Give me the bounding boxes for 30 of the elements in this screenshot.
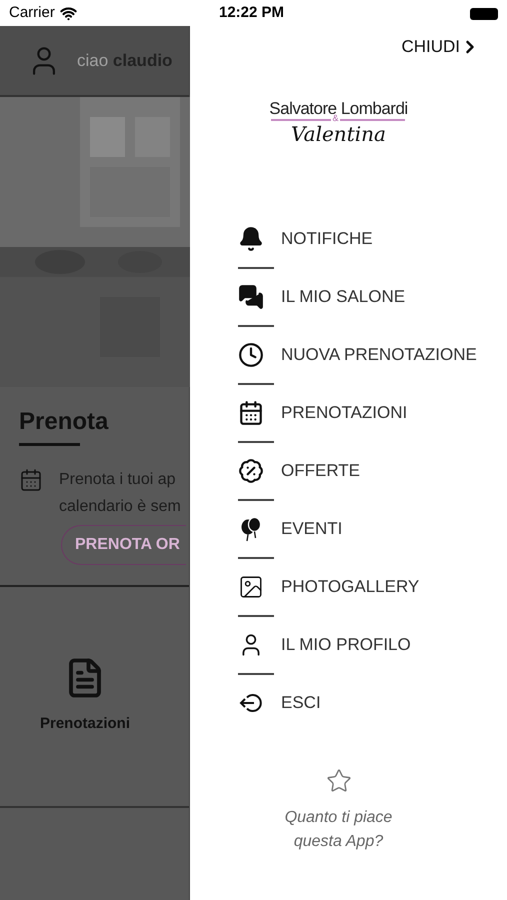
chat-bubbles-icon xyxy=(238,284,264,310)
carrier-label: Carrier xyxy=(9,2,55,23)
menu-item[interactable]: PRENOTAZIONI xyxy=(238,398,507,428)
clock-time: 12:22 PM xyxy=(219,2,284,23)
star-icon[interactable] xyxy=(326,768,352,794)
tile-label: Prenotazioni xyxy=(40,714,130,734)
rating-prompt: Quanto ti piace xyxy=(284,808,392,828)
menu-item[interactable]: IL MIO SALONE xyxy=(238,282,507,312)
menu-item[interactable]: ESCI xyxy=(238,688,507,718)
menu-item[interactable]: PHOTOGALLERY xyxy=(238,572,507,602)
rating-prompt: questa App? xyxy=(294,832,384,852)
image-icon xyxy=(238,574,264,600)
menu-item[interactable]: IL MIO PROFILO xyxy=(238,630,507,660)
menu-item[interactable]: OFFERTE xyxy=(238,456,507,486)
percent-badge-icon xyxy=(238,458,264,484)
calendar-icon xyxy=(19,468,43,492)
menu-item[interactable]: NUOVA PRENOTAZIONE xyxy=(238,340,507,370)
calendar-icon xyxy=(238,400,264,426)
book-now-button[interactable]: PRENOTA OR xyxy=(61,525,186,565)
close-button[interactable]: CHIUDI xyxy=(401,34,480,60)
description-line: Prenota i tuoi ap xyxy=(59,470,177,490)
battery-icon xyxy=(470,8,498,20)
menu-item[interactable]: EVENTI xyxy=(238,514,507,544)
section-title: Prenota xyxy=(19,407,110,437)
logo: Salvatore Lombardi & Valentina xyxy=(269,100,408,144)
menu-item[interactable]: NOTIFICHE xyxy=(238,224,507,254)
bell-icon xyxy=(238,226,264,252)
clock-icon xyxy=(238,342,264,368)
description-line: calendario è sem xyxy=(59,497,181,517)
wifi-icon xyxy=(60,4,77,22)
